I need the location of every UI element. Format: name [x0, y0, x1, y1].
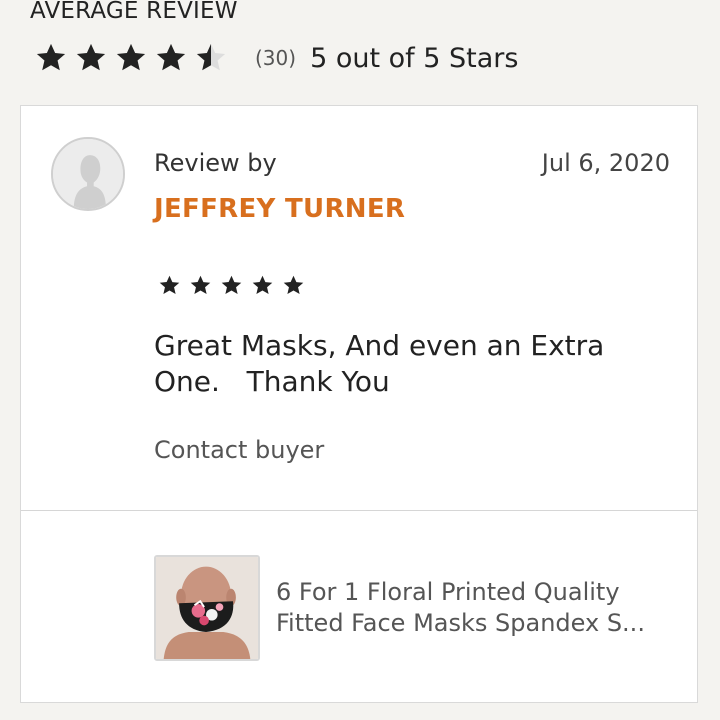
review-count: (30): [255, 46, 297, 70]
review-rating-stars: [157, 273, 306, 298]
product-title[interactable]: 6 For 1 Floral Printed Quality Fitted Fa…: [276, 577, 674, 639]
star-icon: [190, 275, 211, 295]
review-card: Review by Jul 6, 2020 JEFFREY TURNER Gre…: [20, 105, 698, 703]
star-icon: [252, 275, 273, 295]
review-text: Great Masks, And even an Extra One. Than…: [154, 329, 605, 398]
star-icon: [116, 43, 146, 71]
review-page: AVERAGE REVIEW (30) 5 out of 5 Stars Rev…: [0, 0, 720, 720]
product-title-line-1: 6 For 1 Floral Printed Quality: [276, 578, 620, 606]
half-star-icon: [196, 43, 226, 71]
average-rating-row: (30) 5 out of 5 Stars: [33, 38, 518, 78]
star-icon: [159, 275, 180, 295]
star-icon: [221, 275, 242, 295]
reviewer-name-link[interactable]: JEFFREY TURNER: [154, 194, 405, 224]
user-avatar-icon[interactable]: [51, 137, 125, 211]
star-icon: [36, 43, 66, 71]
reviewed-product-link[interactable]: 6 For 1 Floral Printed Quality Fitted Fa…: [154, 554, 674, 662]
star-icon: [76, 43, 106, 71]
review-date: Jul 6, 2020: [541, 149, 670, 177]
product-title-line-2: Fitted Face Masks Spandex S...: [276, 609, 645, 637]
average-review-heading: AVERAGE REVIEW: [30, 0, 238, 24]
contact-buyer-link[interactable]: Contact buyer: [154, 436, 324, 464]
review-by-label: Review by: [154, 149, 277, 177]
star-icon: [283, 275, 304, 295]
card-divider: [21, 510, 697, 511]
product-thumbnail[interactable]: [154, 555, 260, 661]
stars-summary-text: 5 out of 5 Stars: [310, 42, 519, 74]
average-rating-stars: [33, 40, 229, 76]
star-icon: [156, 43, 186, 71]
